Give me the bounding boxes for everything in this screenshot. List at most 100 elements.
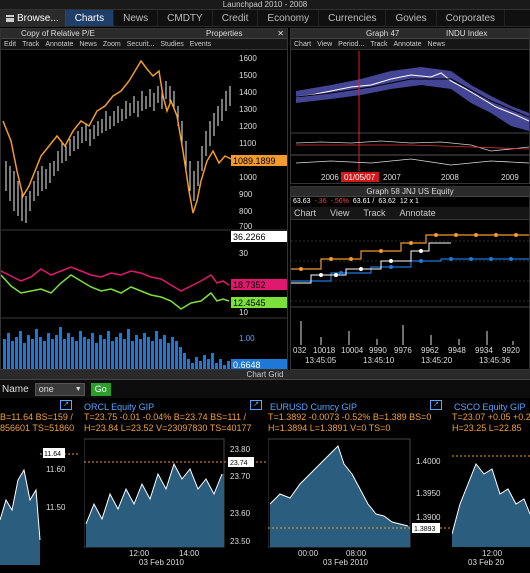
x-tick: 10018 bbox=[313, 346, 336, 355]
toolbar-annotate[interactable]: Annotate bbox=[394, 39, 422, 49]
panel-title: Graph 47 bbox=[366, 29, 400, 38]
properties-link[interactable]: Properties bbox=[206, 29, 242, 38]
tab-charts[interactable]: Charts bbox=[65, 10, 115, 26]
toolbar-events[interactable]: Events bbox=[190, 39, 211, 49]
tile-chart: 1.4000 1.3950 1.3900 1.3893 00:00 08:00 … bbox=[268, 438, 450, 567]
ratio-chart[interactable]: 36.2266 30 20 10 18.7352 12.4545 bbox=[1, 231, 287, 319]
panel-title: Copy of Relative P/E bbox=[21, 29, 95, 38]
panel-header: Copy of Relative P/E Properties ✕ bbox=[1, 29, 287, 39]
chart-icon[interactable]: ↗ bbox=[60, 400, 72, 410]
last-value-label: 1089.1899 bbox=[233, 156, 276, 166]
chart-icon[interactable]: ↗ bbox=[430, 400, 442, 410]
panel-toolbar: Chart View Period... Track Annotate News bbox=[291, 39, 529, 50]
x-tick: 2008 bbox=[441, 173, 459, 182]
x-tick: 00:00 bbox=[298, 549, 319, 558]
y-tick: 800 bbox=[239, 207, 253, 216]
tab-govies[interactable]: Govies bbox=[386, 10, 437, 26]
chart-grid-header: Chart Grid bbox=[0, 370, 530, 380]
tile-quote-line2: H=23.84 L=23.52 V=23097830 TS=40177 bbox=[84, 423, 252, 433]
tile-header: EURUSD Curncy GIP ↗ bbox=[268, 398, 450, 412]
y-tick: 1400 bbox=[239, 88, 257, 97]
y-tick: 1000 bbox=[239, 173, 257, 182]
name-select[interactable]: one ▼ bbox=[34, 382, 85, 396]
tab-economy[interactable]: Economy bbox=[258, 10, 320, 26]
lime-line bbox=[1, 274, 230, 310]
toolbar-period[interactable]: Period... bbox=[338, 39, 364, 49]
indu-chart[interactable]: 01/05/07 2006 2007 2008 2009 bbox=[291, 51, 529, 183]
tile-header: CSCO Equity GIP bbox=[452, 398, 530, 412]
trade-line bbox=[291, 242, 451, 284]
toolbar-annotate[interactable]: Annotate bbox=[400, 207, 436, 219]
panel-header: Graph 58 JNJ US Equity bbox=[291, 187, 529, 197]
gridlines bbox=[291, 240, 529, 302]
close-icon[interactable]: ✕ bbox=[277, 29, 284, 38]
chart-icon[interactable]: ↗ bbox=[250, 400, 262, 410]
x-tick: 08:00 bbox=[346, 549, 367, 558]
y-tick: 1.3900 bbox=[416, 513, 441, 522]
toolbar-view[interactable]: View bbox=[317, 39, 332, 49]
browse-button[interactable]: Browse... bbox=[0, 10, 66, 26]
x-tick: 032 bbox=[293, 346, 307, 355]
x-tick: 9934 bbox=[475, 346, 493, 355]
toolbar-annotate[interactable]: Annotate bbox=[45, 39, 73, 49]
tile-quote-line2: H=1.3894 L=1.3891 V=0 TS=0 bbox=[268, 423, 391, 433]
tab-corporates[interactable]: Corporates bbox=[437, 10, 506, 26]
y-tick: 10 bbox=[239, 308, 248, 317]
toolbar-chart[interactable]: Chart bbox=[294, 39, 311, 49]
bid-dots bbox=[299, 233, 518, 271]
toolbar-view[interactable]: View bbox=[330, 207, 349, 219]
browse-label: Browse... bbox=[17, 12, 59, 24]
tab-credit[interactable]: Credit bbox=[213, 10, 259, 26]
toolbar-news[interactable]: News bbox=[79, 39, 97, 49]
ask-line bbox=[291, 258, 529, 282]
tab-news[interactable]: News bbox=[114, 10, 159, 26]
tile-title[interactable]: ORCL Equity GIP bbox=[84, 402, 154, 412]
tile-quote-line1: T=1.3892 -0.0073 -0.52% B=1.389 BS=0 bbox=[268, 412, 432, 422]
toolbar-zoom[interactable]: Zoom bbox=[103, 39, 121, 49]
tile-header: ORCL Equity GIP ↗ bbox=[84, 398, 266, 412]
toolbar-track[interactable]: Track bbox=[370, 39, 387, 49]
magenta-line bbox=[1, 266, 230, 292]
x-tick: 2007 bbox=[383, 173, 401, 182]
toolbar-studies[interactable]: Studies bbox=[160, 39, 183, 49]
y-tick: 1.4000 bbox=[416, 457, 441, 466]
tile-title[interactable]: EURUSD Curncy GIP bbox=[270, 402, 357, 412]
tile-chart: 23.80 23.74 23.70 23.60 23.50 12:00 14:0… bbox=[84, 438, 266, 567]
quote-ask: 63.62 bbox=[378, 198, 396, 205]
grid-tile[interactable]: EURUSD Curncy GIP ↗ T=1.3892 -0.0073 -0.… bbox=[268, 398, 450, 573]
toolbar-track[interactable]: Track bbox=[22, 39, 39, 49]
histogram-chart[interactable]: 1.00 0.6648 bbox=[1, 319, 287, 370]
y-tick: 1.00 bbox=[239, 334, 255, 343]
menu-icon bbox=[6, 14, 14, 22]
pe-line bbox=[2, 59, 232, 214]
panel-toolbar: Chart View Track Annotate bbox=[291, 207, 529, 220]
toolbar-chart[interactable]: Chart bbox=[294, 207, 316, 219]
toolbar-edit[interactable]: Edit bbox=[4, 39, 16, 49]
quote-change: -.36 bbox=[314, 198, 327, 205]
y-tick: 23.60 bbox=[230, 509, 251, 518]
tile-quote-line1: T=23.75 -0.01 -0.04% B=23.74 BS=111 / bbox=[84, 412, 247, 422]
jnj-tick-chart[interactable]: 032 10018 10004 9990 9976 9962 9948 9934… bbox=[291, 221, 529, 369]
grid-tile[interactable]: ↗ B=11.64 BS=159 / 856601 TS=51860 11.64… bbox=[0, 398, 80, 573]
grid-tile[interactable]: ORCL Equity GIP ↗ T=23.75 -0.01 -0.04% B… bbox=[84, 398, 266, 573]
time-tick: 13:45:36 bbox=[479, 356, 511, 365]
tile-title[interactable]: CSCO Equity GIP bbox=[454, 402, 526, 412]
tab-cmdty[interactable]: CMDTY bbox=[158, 10, 213, 26]
price-pe-chart[interactable]: 1600 1500 1400 1300 1200 1100 1000 900 8… bbox=[1, 51, 287, 231]
tile-chart: 12:00 03 Feb 20 bbox=[452, 455, 530, 567]
tile-quote-line1: B=11.64 BS=159 / bbox=[0, 412, 73, 422]
tab-currencies[interactable]: Currencies bbox=[319, 10, 387, 26]
y-tick: 11.60 bbox=[46, 465, 66, 474]
grid-tile[interactable]: CSCO Equity GIP T=23.07 +0.05 +0.22% B H… bbox=[452, 398, 530, 573]
toolbar-securities[interactable]: Securit... bbox=[127, 39, 155, 49]
toolbar-track[interactable]: Track bbox=[363, 207, 385, 219]
chevron-down-icon: ▼ bbox=[74, 385, 82, 393]
x-tick: 12:00 bbox=[129, 549, 150, 558]
name-label: Name bbox=[2, 383, 29, 395]
toolbar-news[interactable]: News bbox=[428, 39, 446, 49]
x-tick: 2009 bbox=[501, 173, 519, 182]
tile-last-label: 1.3893 bbox=[414, 526, 436, 533]
tile-last-label: 11.64 bbox=[44, 451, 61, 458]
y-tick: 1100 bbox=[239, 139, 257, 148]
go-button[interactable]: Go bbox=[90, 382, 111, 396]
